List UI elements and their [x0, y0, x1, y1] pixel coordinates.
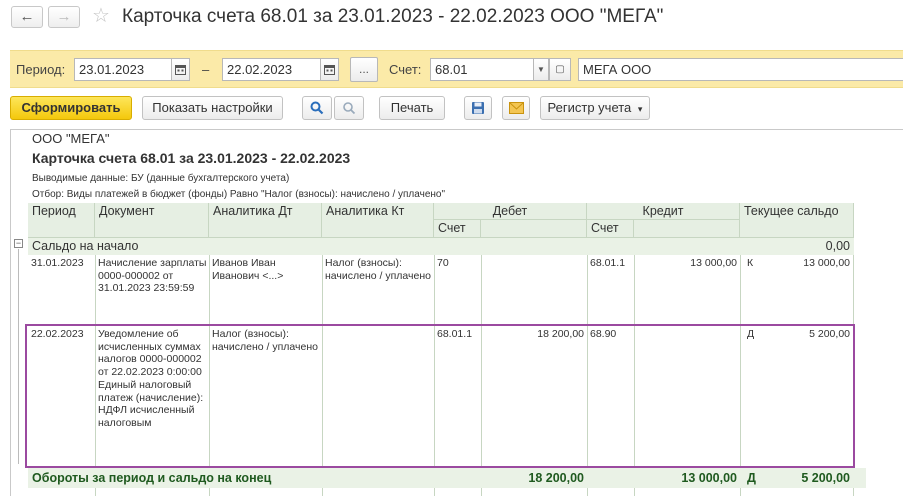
- send-mail-button[interactable]: [502, 96, 530, 120]
- search-button[interactable]: [302, 96, 332, 120]
- col-credit-sum: [634, 220, 740, 238]
- arrow-left-icon: ←: [19, 8, 35, 25]
- caret-down-icon: ▾: [637, 104, 643, 114]
- row1-balance-side: К: [747, 257, 754, 269]
- totals-side: Д: [747, 471, 756, 485]
- col-analytics-kt: Аналитика Кт: [322, 203, 434, 238]
- period-label: Период:: [16, 62, 66, 77]
- calendar-icon: [324, 65, 335, 75]
- chevron-down-icon: ▼: [537, 65, 545, 74]
- arrow-right-icon: →: [56, 8, 72, 25]
- row1-document[interactable]: Начисление зарплаты 0000-000002 от 31.01…: [98, 257, 207, 323]
- parameters-panel: Период: 23.01.2023 – 22.02.2023 ... Счет…: [10, 50, 903, 88]
- account-open-button[interactable]: ▢: [549, 58, 571, 81]
- forward-button[interactable]: →: [48, 6, 80, 28]
- envelope-icon: [508, 102, 524, 114]
- title-bar: ← → ☆ Карточка счета 68.01 за 23.01.2023…: [0, 0, 903, 38]
- row1-debit-sum: [481, 257, 584, 272]
- organization-field[interactable]: МЕГА ООО: [578, 58, 903, 81]
- opening-balance-label: Сальдо на начало: [32, 239, 139, 253]
- totals-debit: 18 200,00: [528, 471, 584, 485]
- col-credit-account: Счет: [587, 220, 634, 238]
- page-title: Карточка счета 68.01 за 23.01.2023 - 22.…: [122, 6, 664, 27]
- row1-credit-sum: 13 000,00: [690, 257, 737, 269]
- row1-debit-account: 70: [437, 257, 449, 269]
- account-field[interactable]: 68.01: [430, 58, 536, 81]
- print-button[interactable]: Печать: [379, 96, 445, 120]
- totals-balance: 5 200,00: [801, 471, 850, 485]
- save-icon: [472, 102, 484, 114]
- back-button[interactable]: ←: [11, 6, 43, 28]
- row-highlight-frame: [25, 324, 855, 468]
- register-menu-label: Регистр учета: [547, 100, 632, 115]
- row1-balance: 13 000,00: [803, 257, 850, 269]
- opening-balance-value: 0,00: [825, 239, 850, 253]
- calendar-from-button[interactable]: [171, 58, 190, 81]
- col-debit: Дебет: [434, 203, 587, 220]
- show-settings-button[interactable]: Показать настройки: [142, 96, 283, 120]
- report-organization: ООО "МЕГА": [32, 131, 110, 146]
- calendar-to-button[interactable]: [320, 58, 339, 81]
- col-analytics-dt: Аналитика Дт: [209, 203, 322, 238]
- row1-analytics-kt: Налог (взносы): начислено / уплачено: [325, 257, 431, 282]
- account-label: Счет:: [389, 62, 422, 77]
- report-area: ООО "МЕГА" Карточка счета 68.01 за 23.01…: [10, 129, 903, 496]
- outline-line: [18, 249, 19, 464]
- date-from-field[interactable]: 23.01.2023: [74, 58, 175, 81]
- col-debit-sum: [481, 220, 587, 238]
- col-document: Документ: [95, 203, 209, 238]
- generate-button[interactable]: Сформировать: [10, 96, 132, 120]
- register-menu-button[interactable]: Регистр учета ▾: [540, 96, 650, 120]
- calendar-icon: [175, 65, 186, 75]
- row1-period: 31.01.2023: [31, 257, 84, 269]
- search-refresh-icon: [343, 102, 356, 115]
- save-button[interactable]: [464, 96, 492, 120]
- account-dropdown-button[interactable]: ▼: [533, 58, 549, 81]
- row1-credit-account: 68.01.1: [590, 257, 626, 269]
- row1-analytics-dt: Иванов Иван Иванович <...>: [212, 257, 284, 282]
- report-filter: Отбор: Виды платежей в бюджет (фонды) Ра…: [32, 189, 446, 200]
- collapse-toggle-icon[interactable]: −: [14, 239, 23, 248]
- col-period: Период: [28, 203, 95, 238]
- totals-credit: 13 000,00: [681, 471, 737, 485]
- date-to-field[interactable]: 22.02.2023: [222, 58, 323, 81]
- col-credit: Кредит: [587, 203, 740, 220]
- col-debit-account: Счет: [434, 220, 481, 238]
- period-select-button[interactable]: ...: [350, 57, 378, 82]
- search-icon: [310, 101, 324, 115]
- col-balance: Текущее сальдо: [740, 203, 854, 238]
- search-advanced-button[interactable]: [334, 96, 364, 120]
- period-dash: –: [202, 62, 210, 77]
- report-output-data: Выводимые данные: БУ (данные бухгалтерск…: [32, 173, 290, 184]
- open-link-icon: ▢: [555, 64, 565, 75]
- totals-label: Обороты за период и сальдо на конец: [32, 471, 272, 485]
- report-title: Карточка счета 68.01 за 23.01.2023 - 22.…: [32, 150, 351, 166]
- star-icon[interactable]: ☆: [92, 4, 110, 28]
